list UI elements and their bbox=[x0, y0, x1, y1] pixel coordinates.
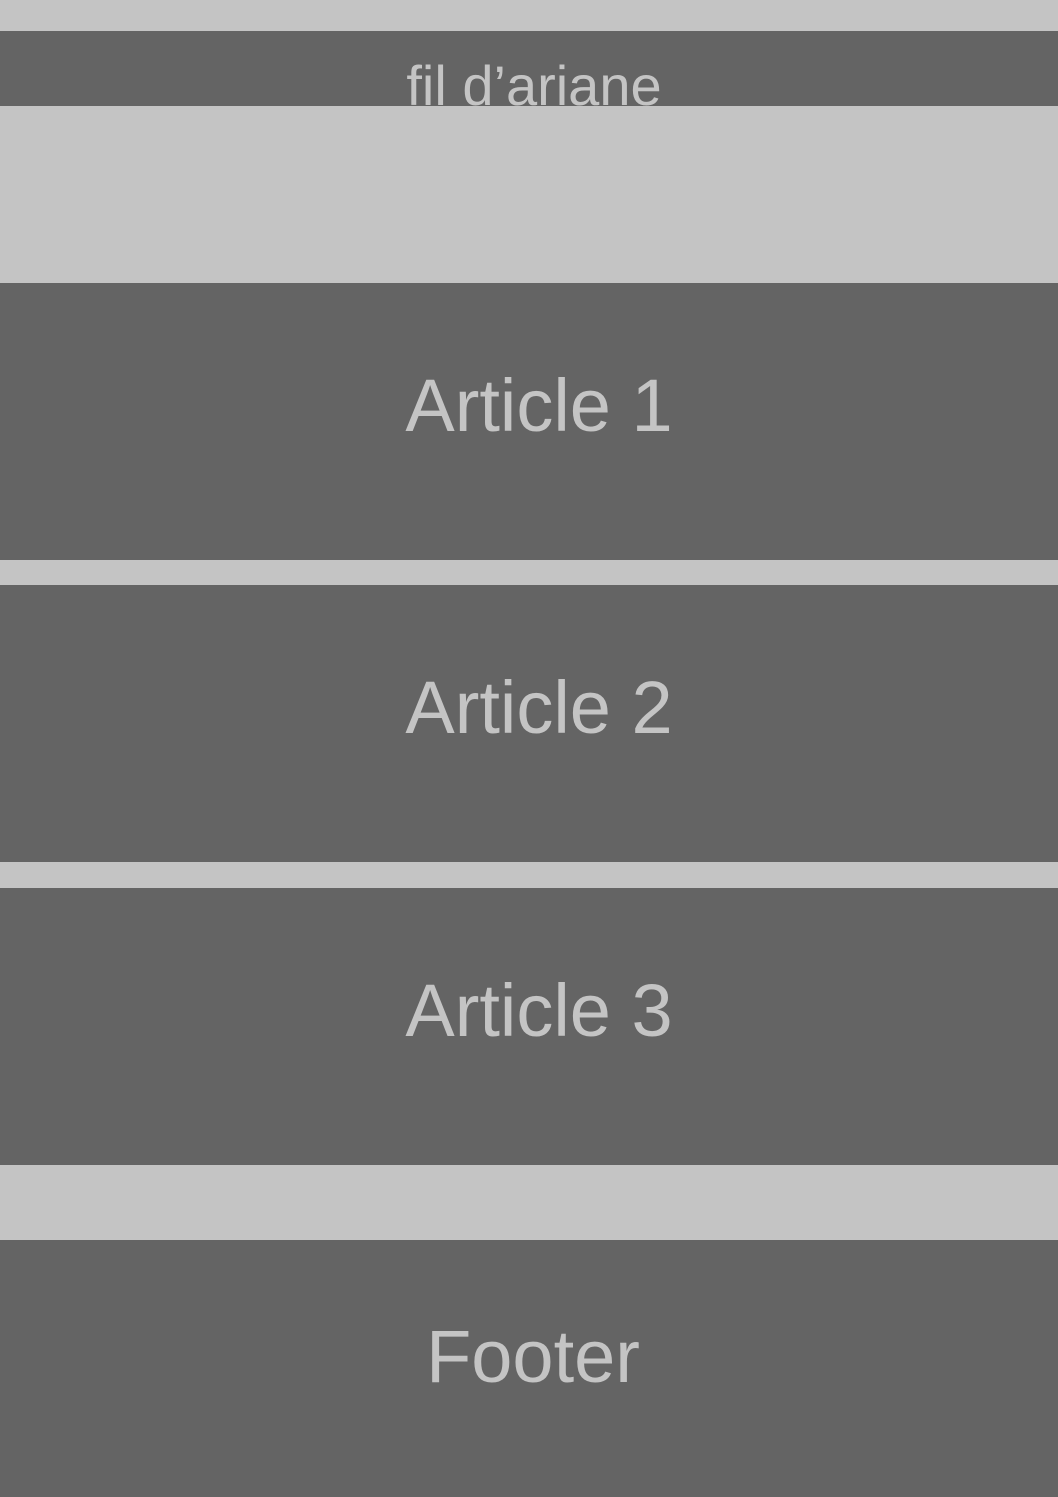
article-1: Article 1 bbox=[0, 283, 1058, 560]
breadcrumb-label: fil d’ariane bbox=[406, 54, 662, 107]
breadcrumb: fil d’ariane bbox=[0, 31, 1058, 106]
article-2-label: Article 2 bbox=[405, 665, 673, 749]
footer-label: Footer bbox=[426, 1315, 640, 1398]
article-1-label: Article 1 bbox=[405, 363, 673, 447]
footer: Footer bbox=[0, 1240, 1058, 1497]
article-3: Article 3 bbox=[0, 888, 1058, 1165]
article-2: Article 2 bbox=[0, 585, 1058, 862]
article-3-label: Article 3 bbox=[405, 968, 673, 1052]
